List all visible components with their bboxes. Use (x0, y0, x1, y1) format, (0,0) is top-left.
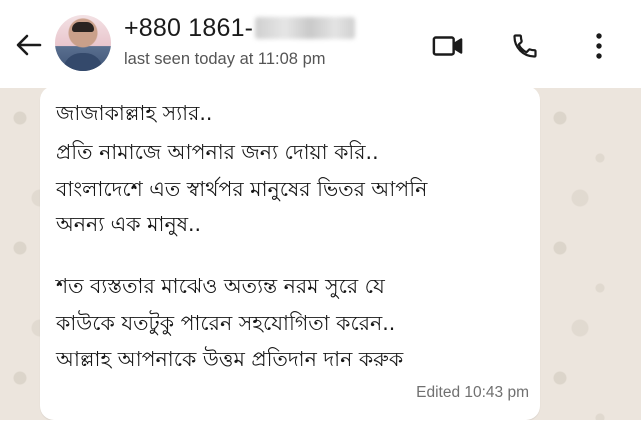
avatar-hair (72, 22, 94, 32)
arrow-left-icon (16, 34, 42, 56)
more-options-button[interactable] (583, 30, 615, 62)
message-edited-timestamp: Edited 10:43 pm (416, 384, 529, 401)
avatar[interactable] (55, 15, 111, 71)
input-bar-edge (0, 420, 641, 432)
redacted-number (255, 17, 356, 39)
more-vertical-icon (596, 33, 602, 59)
chat-header: +880 1861- last seen today at 11:08 pm (0, 0, 641, 88)
last-seen-status: last seen today at 11:08 pm (124, 50, 326, 68)
back-button[interactable] (14, 30, 44, 60)
message-line: বাংলাদেশে এত স্বার্থপর মানুষের ভিতর আপনি (56, 177, 428, 201)
message-line: প্রতি নামাজে আপনার জন্য দোয়া করি.. (56, 140, 379, 164)
avatar-shirt (63, 53, 103, 71)
video-call-button[interactable] (432, 30, 464, 62)
message-line: কাউকে যতটুকু পারেন সহযোগিতা করেন.. (56, 311, 396, 335)
video-call-icon (432, 36, 463, 56)
contact-info[interactable]: +880 1861- last seen today at 11:08 pm (124, 12, 356, 69)
contact-name: +880 1861- (124, 12, 356, 44)
message-line: জাজাকাল্লাহ স্যার.. (56, 101, 213, 125)
message-line: শত ব্যস্ততার মাঝেও অত্যন্ত নরম সুরে যে (56, 274, 385, 298)
voice-call-button[interactable] (509, 30, 541, 62)
contact-number: +880 1861- (124, 14, 254, 42)
phone-icon (513, 34, 537, 58)
message-line: অনন্য এক মানুষ.. (56, 212, 202, 236)
message-line: আল্লাহ আপনাকে উত্তম প্রতিদান দান করুক (56, 347, 404, 371)
